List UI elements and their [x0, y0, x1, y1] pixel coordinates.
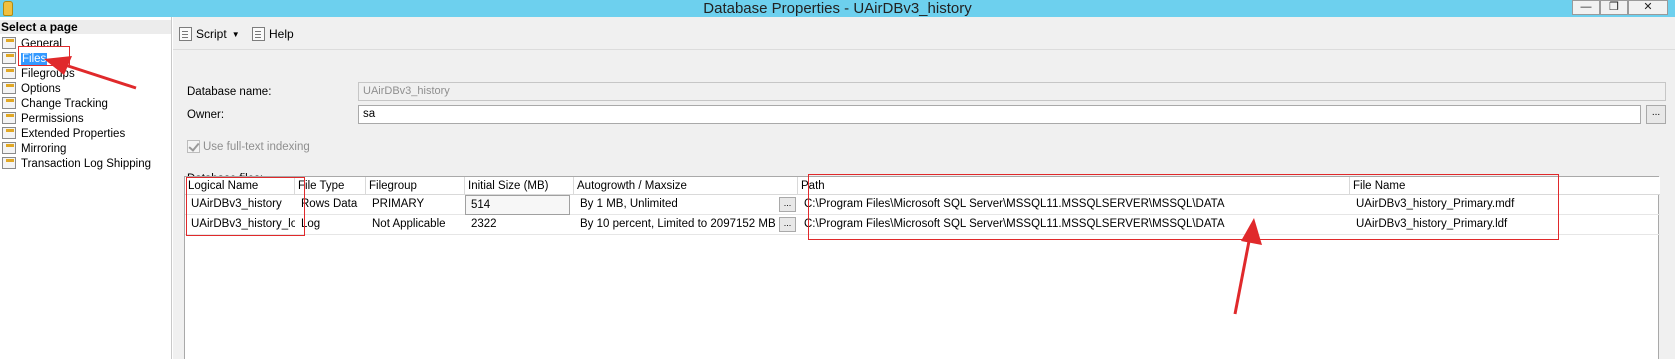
sidebar-item-filegroups[interactable]: Filegroups	[2, 67, 75, 82]
initial-size-cell[interactable]: 514	[465, 195, 570, 215]
page-selector-header: Select a page	[0, 20, 171, 34]
help-button-label: Help	[269, 27, 294, 41]
minimize-button[interactable]: —	[1572, 0, 1600, 15]
help-button[interactable]: Help	[252, 26, 294, 42]
column-header-file-name[interactable]: File Name	[1350, 177, 1660, 195]
autogrowth-edit-button[interactable]: ...	[779, 197, 796, 212]
fulltext-indexing-checkbox[interactable]: Use full-text indexing	[187, 140, 310, 153]
help-icon	[252, 27, 265, 41]
restore-button[interactable]: ❐	[1600, 0, 1628, 15]
sidebar-item-label: Mirroring	[21, 143, 67, 155]
table-row[interactable]: UAirDBv3_history Rows Data PRIMARY 514 B…	[185, 195, 1660, 215]
file-type-cell[interactable]: Rows Data	[295, 195, 366, 215]
sidebar-item-label: Options	[21, 83, 61, 95]
sidebar-item-options[interactable]: Options	[2, 82, 61, 97]
script-button-label: Script	[196, 27, 227, 41]
window-title: Database Properties - UAirDBv3_history	[703, 0, 972, 17]
path-cell[interactable]: C:\Program Files\Microsoft SQL Server\MS…	[798, 195, 1350, 215]
sidebar-item-label: Transaction Log Shipping	[21, 158, 151, 170]
sidebar-item-mirroring[interactable]: Mirroring	[2, 142, 66, 157]
owner-field[interactable]: sa	[358, 105, 1641, 124]
page-icon	[2, 37, 16, 49]
logical-name-cell[interactable]: UAirDBv3_history	[185, 195, 295, 215]
page-icon	[2, 52, 16, 64]
owner-browse-button[interactable]: ...	[1646, 105, 1666, 124]
checkbox-checked-icon	[187, 140, 200, 153]
initial-size-cell[interactable]: 2322	[465, 215, 570, 235]
sidebar-item-permissions[interactable]: Permissions	[2, 112, 84, 127]
autogrowth-cell[interactable]: By 1 MB, Unlimited	[574, 195, 774, 215]
column-header-filegroup[interactable]: Filegroup	[366, 177, 465, 195]
sidebar-item-label: Filegroups	[21, 68, 75, 80]
column-header-autogrowth[interactable]: Autogrowth / Maxsize	[574, 177, 798, 195]
sidebar-item-transaction-log-shipping[interactable]: Transaction Log Shipping	[2, 157, 151, 172]
page-icon	[2, 127, 16, 139]
page-icon	[2, 157, 16, 169]
page-selector-panel: Select a page General Files Filegroups O…	[0, 17, 172, 359]
close-button[interactable]: ✕	[1628, 0, 1668, 15]
file-name-cell[interactable]: UAirDBv3_history_Primary.mdf	[1350, 195, 1660, 215]
sidebar-item-label: Permissions	[21, 113, 84, 125]
filegroup-cell[interactable]: PRIMARY	[366, 195, 465, 215]
table-row[interactable]: UAirDBv3_history_log Log Not Applicable …	[185, 215, 1660, 235]
database-name-label: Database name:	[187, 86, 272, 98]
title-bar: Database Properties - UAirDBv3_history —…	[0, 0, 1675, 17]
sidebar-item-label: General	[21, 38, 62, 50]
script-icon	[179, 27, 192, 41]
path-cell[interactable]: C:\Program Files\Microsoft SQL Server\MS…	[798, 215, 1350, 235]
file-name-cell[interactable]: UAirDBv3_history_Primary.ldf	[1350, 215, 1660, 235]
sidebar-item-change-tracking[interactable]: Change Tracking	[2, 97, 108, 112]
dropdown-arrow-icon[interactable]: ▼	[232, 30, 240, 39]
page-icon	[2, 97, 16, 109]
sidebar-item-label: Change Tracking	[21, 98, 108, 110]
autogrowth-cell[interactable]: By 10 percent, Limited to 2097152 MB	[574, 215, 779, 235]
column-header-initial-size[interactable]: Initial Size (MB)	[465, 177, 574, 195]
database-files-grid[interactable]: Logical Name File Type Filegroup Initial…	[184, 176, 1660, 359]
sidebar-item-general[interactable]: General	[2, 37, 62, 52]
file-type-cell[interactable]: Log	[295, 215, 366, 235]
sidebar-item-label: Extended Properties	[21, 128, 126, 140]
database-name-field: UAirDBv3_history	[358, 82, 1666, 101]
column-header-path[interactable]: Path	[798, 177, 1350, 195]
column-header-logical-name[interactable]: Logical Name	[185, 177, 295, 195]
toolbar: Script ▼ Help	[173, 17, 1675, 50]
filegroup-cell[interactable]: Not Applicable	[366, 215, 465, 235]
sidebar-item-label: Files	[21, 53, 48, 65]
autogrowth-edit-button[interactable]: ...	[779, 217, 796, 232]
fulltext-indexing-label: Use full-text indexing	[203, 141, 310, 153]
sidebar-item-extended-properties[interactable]: Extended Properties	[2, 127, 125, 142]
page-icon	[2, 67, 16, 79]
owner-label: Owner:	[187, 109, 225, 121]
page-icon	[2, 82, 16, 94]
script-button[interactable]: Script ▼	[179, 26, 240, 42]
column-header-file-type[interactable]: File Type	[295, 177, 366, 195]
sidebar-item-files[interactable]: Files	[2, 52, 48, 67]
page-icon	[2, 112, 16, 124]
grid-header: Logical Name File Type Filegroup Initial…	[185, 177, 1660, 195]
logical-name-cell[interactable]: UAirDBv3_history_log	[185, 215, 295, 235]
page-icon	[2, 142, 16, 154]
